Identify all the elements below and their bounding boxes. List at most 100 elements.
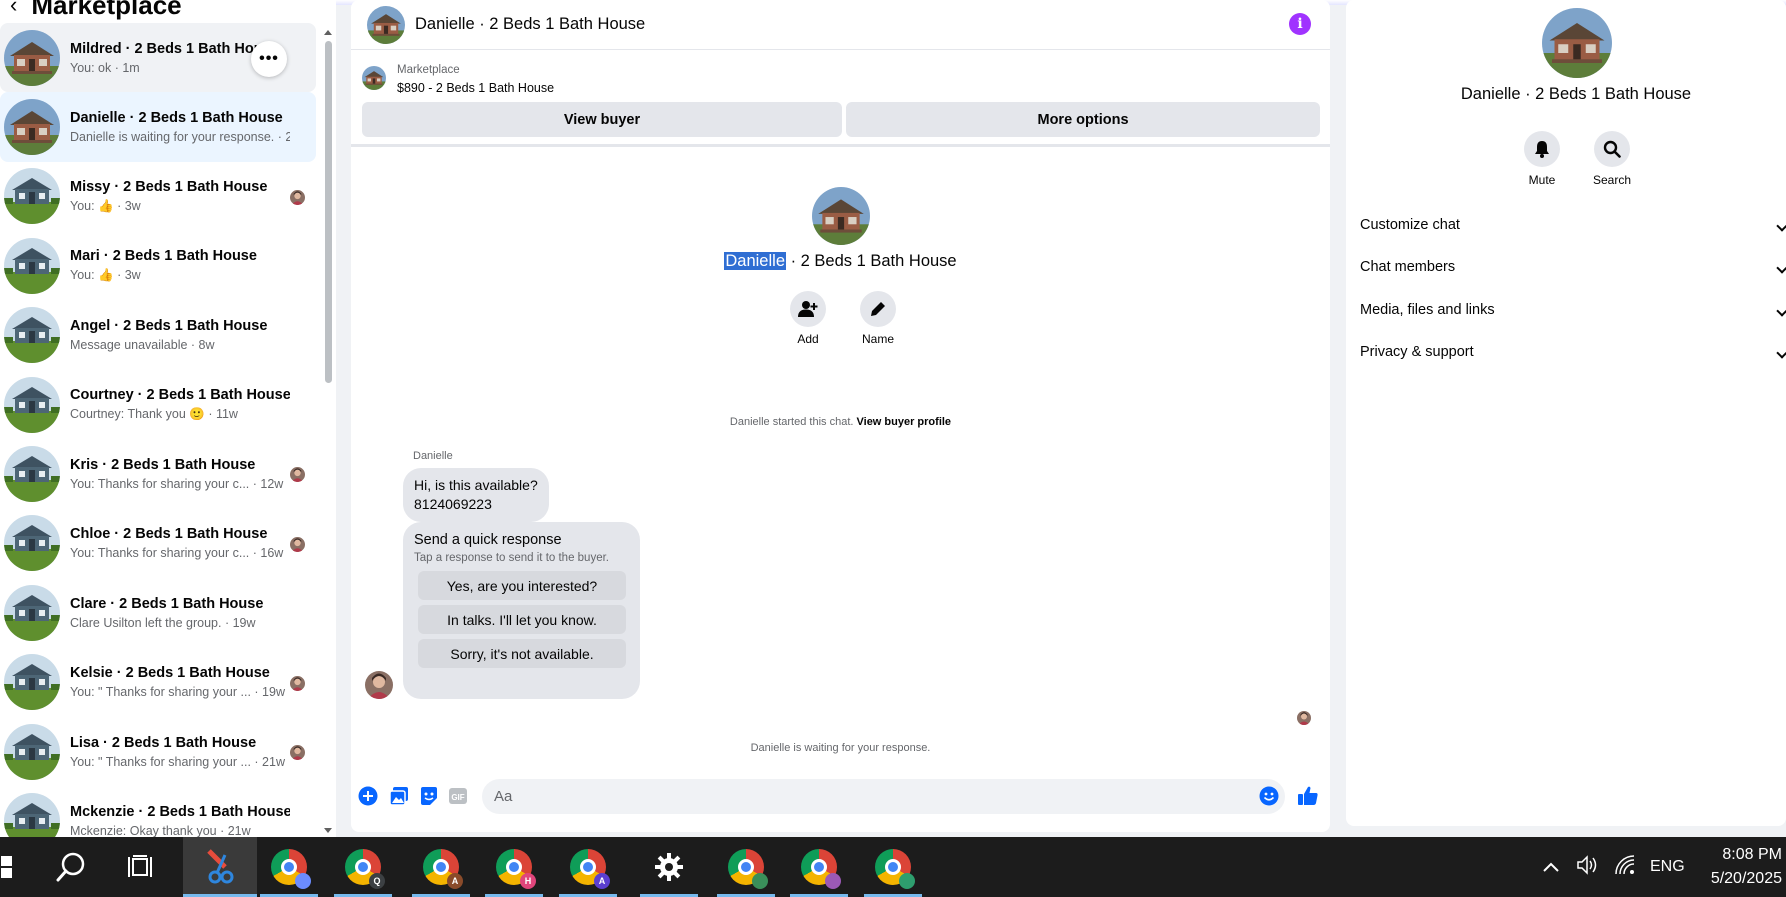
- message-bubble[interactable]: Hi, is this available? 8124069223: [403, 468, 549, 522]
- search-icon[interactable]: [38, 837, 104, 897]
- conversation-avatar: [4, 515, 60, 572]
- chrome-profile-icon[interactable]: [713, 837, 779, 897]
- bell-icon[interactable]: [1524, 131, 1560, 167]
- conversation-item[interactable]: Mildred · 2 Beds 1 Bath House You: ok · 1…: [0, 23, 316, 93]
- mute-label: Mute: [1528, 173, 1556, 187]
- chat-title[interactable]: Danielle · 2 Beds 1 Bath House: [415, 15, 645, 34]
- conversation-item[interactable]: Chloe · 2 Beds 1 Bath House You: Thanks f…: [0, 509, 316, 578]
- media-files-links-section[interactable]: Media, files and links: [1360, 290, 1786, 330]
- thumbs-up-icon[interactable]: [1297, 786, 1319, 806]
- add-people-button[interactable]: Add: [788, 291, 828, 346]
- conversation-item[interactable]: Mari · 2 Beds 1 Bath House You: 👍 · 3w: [0, 231, 316, 300]
- conversation-item[interactable]: Danielle · 2 Beds 1 Bath House Danielle i…: [0, 92, 316, 162]
- conversation-name: Angel · 2 Beds 1 Bath House: [70, 318, 268, 335]
- rename-button[interactable]: Name: [858, 291, 898, 346]
- read-receipt-avatar: [290, 744, 305, 760]
- conversation-avatar: [4, 654, 60, 711]
- message-input[interactable]: [482, 779, 1285, 814]
- conversation-avatar: [4, 307, 60, 364]
- chat-header: Danielle · 2 Beds 1 Bath House i: [351, 0, 1330, 50]
- info-icon[interactable]: i: [1289, 13, 1311, 35]
- chrome-profile-icon[interactable]: Q: [330, 837, 396, 897]
- chevron-down-icon: [1776, 305, 1786, 317]
- conversation-item[interactable]: Kris · 2 Beds 1 Bath House You: Thanks fo…: [0, 439, 316, 508]
- panel-avatar[interactable]: [1542, 8, 1612, 78]
- view-buyer-button[interactable]: View buyer: [362, 102, 842, 137]
- scroll-down-arrow-icon[interactable]: [324, 828, 332, 833]
- settings-gear-icon[interactable]: [632, 837, 706, 897]
- back-arrow-icon[interactable]: ‹: [10, 0, 17, 18]
- scrollbar-thumb[interactable]: [325, 41, 332, 383]
- chrome-profile-icon[interactable]: [860, 837, 926, 897]
- privacy-support-section[interactable]: Privacy & support: [1360, 332, 1786, 372]
- conversation-item[interactable]: Courtney · 2 Beds 1 Bath House Courtney: …: [0, 370, 316, 439]
- sidebar-title: Marketplace: [31, 0, 182, 20]
- conversation-text: Kelsie · 2 Beds 1 Bath House You: " Thank…: [70, 665, 290, 699]
- snipping-tool-icon[interactable]: [183, 837, 257, 897]
- profile-badge: H: [520, 873, 536, 889]
- chrome-logo-icon: [801, 849, 841, 889]
- task-view-icon[interactable]: [108, 837, 174, 897]
- conversation-preview: You: 👍 · 3w: [70, 268, 141, 283]
- quick-response-option[interactable]: In talks. I'll let you know.: [418, 605, 626, 634]
- more-options-icon[interactable]: •••: [251, 41, 287, 77]
- mute-button[interactable]: Mute: [1524, 131, 1560, 187]
- search-button[interactable]: Search: [1593, 131, 1631, 187]
- conversation-item[interactable]: Clare · 2 Beds 1 Bath House Clare Usilton…: [0, 578, 316, 647]
- system-clock[interactable]: 8:08 PM 5/20/2025: [1711, 843, 1782, 891]
- plus-circle-icon[interactable]: [358, 786, 378, 806]
- customize-chat-section[interactable]: Customize chat: [1360, 205, 1786, 245]
- conversation-item[interactable]: Lisa · 2 Beds 1 Bath House You: " Thanks …: [0, 717, 316, 786]
- section-label: Media, files and links: [1360, 302, 1495, 318]
- hero-name-rest: · 2 Beds 1 Bath House: [786, 252, 957, 270]
- add-person-icon[interactable]: [790, 291, 826, 327]
- conversation-avatar: [4, 168, 60, 225]
- conversation-item[interactable]: Missy · 2 Beds 1 Bath House You: 👍 · 3w: [0, 162, 316, 231]
- view-buyer-profile-link[interactable]: View buyer profile: [857, 416, 952, 428]
- quick-response-option[interactable]: Yes, are you interested?: [418, 571, 626, 600]
- chrome-logo-icon: Q: [345, 849, 385, 889]
- chat-pane: Danielle · 2 Beds 1 Bath House i Marketp…: [351, 0, 1330, 832]
- conversation-name: Danielle · 2 Beds 1 Bath House: [70, 110, 283, 127]
- listing-price-title[interactable]: $890 - 2 Beds 1 Bath House: [397, 81, 554, 95]
- conversation-item[interactable]: Kelsie · 2 Beds 1 Bath House You: " Thank…: [0, 648, 316, 717]
- emoji-icon[interactable]: [1259, 786, 1279, 806]
- chrome-profile-icon[interactable]: A: [408, 837, 474, 897]
- sticker-icon[interactable]: [419, 786, 439, 806]
- search-icon[interactable]: [1594, 131, 1630, 167]
- more-options-button[interactable]: More options: [846, 102, 1320, 137]
- photo-icon[interactable]: [389, 786, 409, 806]
- section-label: Privacy & support: [1360, 344, 1474, 360]
- read-receipt-avatar: [290, 536, 305, 552]
- conversation-item[interactable]: Angel · 2 Beds 1 Bath House Message unava…: [0, 301, 316, 370]
- sender-avatar[interactable]: [365, 671, 393, 699]
- chrome-profile-icon[interactable]: [786, 837, 852, 897]
- conversation-avatar: [4, 723, 60, 780]
- chrome-profile-icon[interactable]: A: [555, 837, 621, 897]
- chrome-profile-icon[interactable]: [256, 837, 322, 897]
- conversation-avatar: [4, 237, 60, 294]
- windows-taskbar: Q A H A ENG 8:08 PM 5/20/2025: [0, 837, 1786, 897]
- quick-response-option[interactable]: Sorry, it's not available.: [418, 639, 626, 668]
- speaker-icon[interactable]: [1576, 854, 1600, 881]
- chevron-up-icon[interactable]: [1540, 861, 1562, 873]
- gif-icon[interactable]: GIF: [448, 786, 468, 806]
- chat-members-section[interactable]: Chat members: [1360, 247, 1786, 287]
- sidebar-scrollbar[interactable]: [322, 24, 334, 836]
- chevron-down-icon: [1776, 220, 1786, 232]
- conversation-text: Lisa · 2 Beds 1 Bath House You: " Thanks …: [70, 735, 290, 769]
- listing-thumbnail[interactable]: [362, 66, 386, 90]
- wifi-icon[interactable]: [1614, 854, 1638, 881]
- scroll-up-arrow-icon[interactable]: [324, 30, 332, 35]
- profile-badge: Q: [369, 873, 385, 889]
- pencil-icon[interactable]: [860, 291, 896, 327]
- chat-avatar[interactable]: [367, 5, 405, 44]
- chrome-profile-icon[interactable]: H: [481, 837, 547, 897]
- conversation-avatar: [4, 99, 60, 156]
- conversation-item[interactable]: Mckenzie · 2 Beds 1 Bath House Mckenzie: …: [0, 786, 316, 837]
- start-button[interactable]: [0, 837, 14, 897]
- conversation-preview: Courtney: Thank you 🙂 · 11w: [70, 407, 238, 422]
- language-indicator[interactable]: ENG: [1650, 858, 1685, 876]
- system-tray: ENG: [1540, 837, 1685, 897]
- conversation-list: Mildred · 2 Beds 1 Bath House You: ok · 1…: [0, 23, 316, 837]
